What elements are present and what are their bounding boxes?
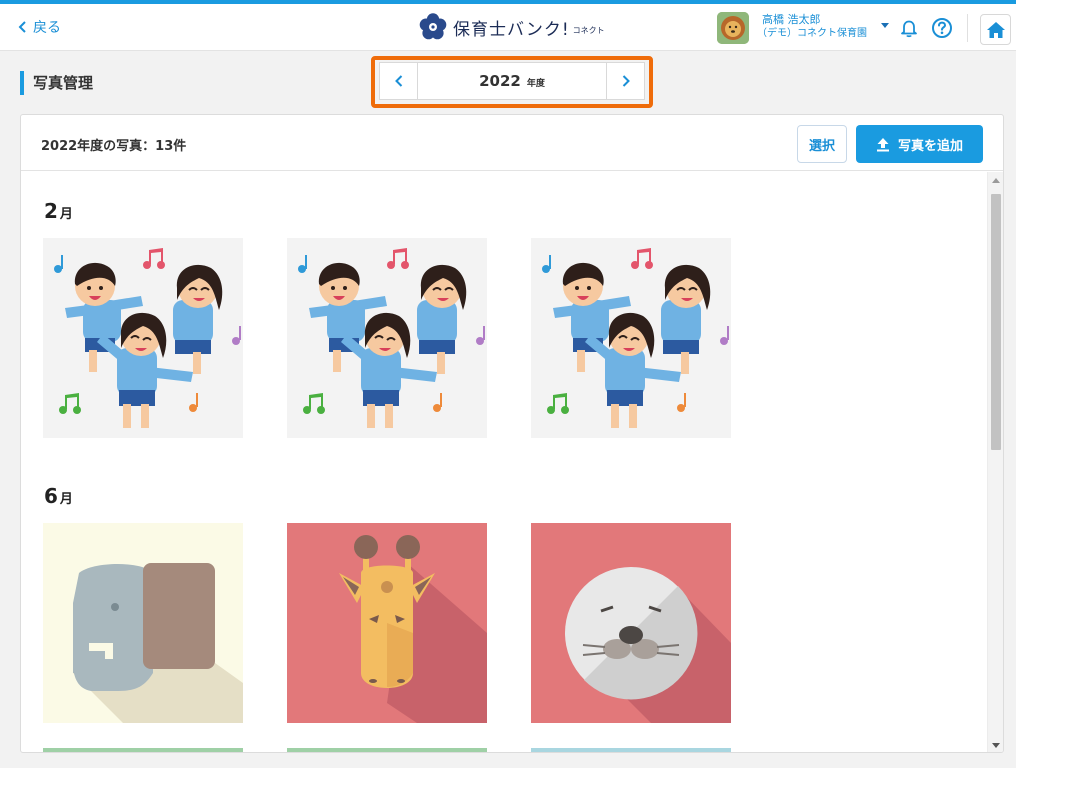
photo-thumbnail[interactable] xyxy=(43,238,243,438)
avatar[interactable] xyxy=(717,12,749,44)
kids-dancing-illustration xyxy=(43,238,243,438)
month-heading: 6月 xyxy=(44,484,73,508)
notification-bell-icon[interactable] xyxy=(899,18,919,42)
kids-dancing-illustration xyxy=(287,238,487,438)
photo-thumbnail[interactable] xyxy=(287,523,487,723)
header: 戻る 保育士バンク! コネクト 高橋 浩太郎 （デモ）コネクト保育園 xyxy=(0,4,1016,51)
chevron-left-icon xyxy=(394,75,402,87)
photo-gallery: 2月 6 月 xyxy=(21,172,987,752)
month-unit: 月 xyxy=(59,207,73,222)
kids-dancing-illustration xyxy=(531,238,731,438)
app-window: 戻る 保育士バンク! コネクト 高橋 浩太郎 （デモ）コネクト保育園 写真管理 … xyxy=(0,0,1016,768)
chevron-left-icon xyxy=(18,21,26,33)
user-menu[interactable]: 高橋 浩太郎 （デモ）コネクト保育園 xyxy=(757,13,882,41)
page-title: 写真管理 xyxy=(20,71,93,95)
user-organization: （デモ）コネクト保育園 xyxy=(757,28,867,39)
select-button[interactable]: 選択 xyxy=(797,125,847,163)
add-photo-button[interactable]: 写真を追加 xyxy=(856,125,983,163)
gallery-scrollbar[interactable] xyxy=(987,172,1003,752)
scroll-down-arrow-icon[interactable] xyxy=(992,743,1000,748)
home-button[interactable] xyxy=(980,14,1011,45)
month-heading: 2月 xyxy=(44,199,73,223)
photo-thumbnail[interactable] xyxy=(287,238,487,438)
sakura-logo-icon xyxy=(419,13,447,40)
back-label: 戻る xyxy=(33,20,61,36)
photo-thumbnail[interactable] xyxy=(531,238,731,438)
year-selector: 2022 年度 xyxy=(379,62,645,100)
add-photo-label: 写真を追加 xyxy=(897,138,963,154)
photo-thumbnail[interactable] xyxy=(531,523,731,723)
lion-avatar-icon xyxy=(717,12,749,44)
back-button[interactable]: 戻る xyxy=(18,16,61,38)
photo-thumbnail[interactable] xyxy=(43,523,243,723)
chevron-right-icon xyxy=(622,75,630,87)
app-logo: 保育士バンク! コネクト xyxy=(418,12,605,42)
user-name: 高橋 浩太郎 xyxy=(762,13,821,26)
month-number: 6 xyxy=(44,484,58,508)
photo-thumbnail-partial[interactable] xyxy=(531,748,731,752)
panel-header: 2022年度の写真：13件 選択 写真を追加 xyxy=(21,115,1003,171)
logo-name: 保育士バンク! xyxy=(453,19,570,40)
header-divider xyxy=(967,14,968,42)
elephant-illustration xyxy=(43,523,243,723)
photo-count: 2022年度の写真：13件 xyxy=(41,139,187,154)
giraffe-illustration xyxy=(287,523,487,723)
year-value: 2022 xyxy=(479,72,521,90)
scroll-up-arrow-icon[interactable] xyxy=(992,178,1000,183)
year-unit: 年度 xyxy=(526,79,545,89)
help-icon[interactable] xyxy=(931,17,953,43)
prev-year-button[interactable] xyxy=(380,63,418,99)
upload-icon xyxy=(876,137,889,151)
seal-illustration xyxy=(531,523,731,723)
home-icon xyxy=(986,21,1005,38)
logo-subtitle: コネクト xyxy=(572,25,605,35)
dropdown-caret-icon[interactable] xyxy=(881,23,889,28)
photo-thumbnail-partial[interactable] xyxy=(43,748,243,752)
photo-thumbnail-partial[interactable] xyxy=(287,748,487,752)
year-label: 2022 年度 xyxy=(418,63,606,99)
month-unit: 月 xyxy=(59,492,73,507)
next-year-button[interactable] xyxy=(606,63,644,99)
scrollbar-thumb[interactable] xyxy=(991,194,1001,450)
photo-panel: 2022年度の写真：13件 選択 写真を追加 2月 6 月 xyxy=(20,114,1004,753)
month-number: 2 xyxy=(44,199,58,223)
